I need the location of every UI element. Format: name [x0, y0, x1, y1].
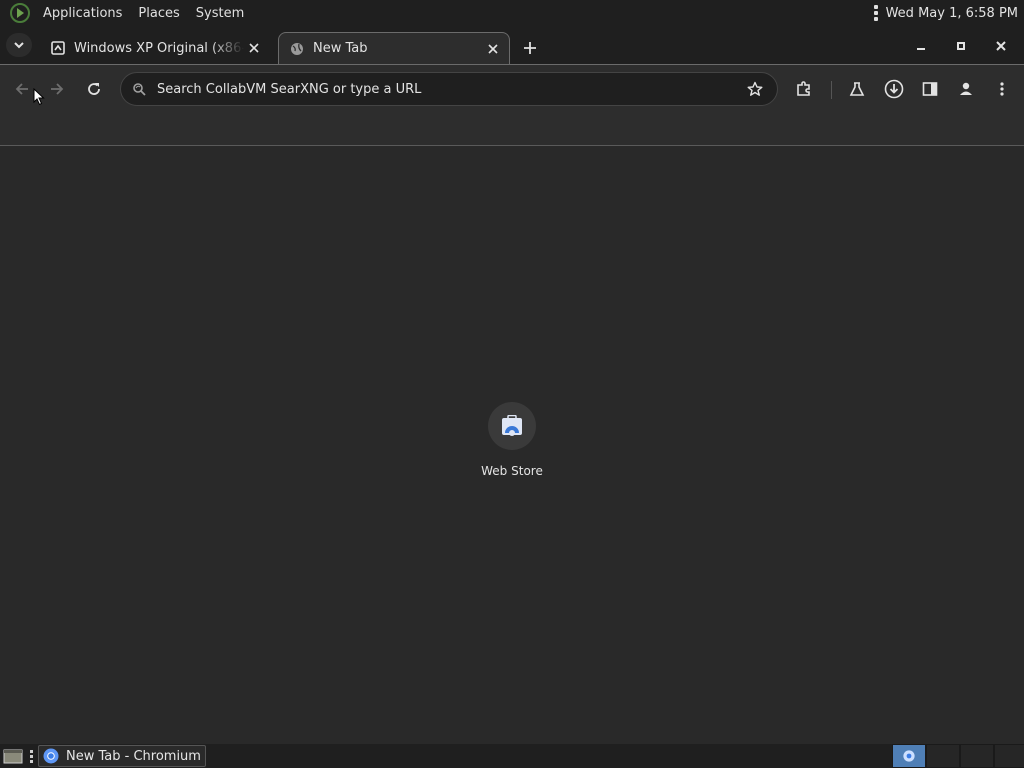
- back-button[interactable]: [8, 75, 36, 103]
- side-panel-button[interactable]: [916, 75, 944, 103]
- close-icon: [996, 41, 1006, 51]
- close-icon[interactable]: [483, 39, 503, 59]
- menu-system[interactable]: System: [188, 6, 252, 21]
- new-tab-page: Web Store: [0, 146, 1024, 744]
- extensions-button[interactable]: [790, 75, 818, 103]
- web-store-icon: [488, 402, 536, 450]
- taskbar-item[interactable]: New Tab - Chromium: [38, 745, 206, 767]
- omnibox-input[interactable]: [157, 81, 741, 97]
- panel-tray: Wed May 1, 6:58 PM: [872, 5, 1024, 21]
- tab-strip: Windows XP Original (x86-x64) New Tab: [0, 26, 1024, 64]
- plus-icon: [524, 42, 536, 54]
- arrow-right-icon: [51, 83, 64, 95]
- search-engine-icon: [131, 81, 147, 97]
- tab-windows-xp[interactable]: Windows XP Original (x86-x64): [40, 32, 270, 64]
- chromium-icon: [903, 750, 915, 762]
- menu-button[interactable]: [988, 75, 1016, 103]
- chevron-down-icon: [14, 42, 24, 49]
- more-vertical-icon: [1000, 82, 1004, 96]
- panel-grip-icon[interactable]: [28, 747, 34, 765]
- puzzle-icon: [797, 81, 810, 96]
- close-icon[interactable]: [244, 38, 264, 58]
- shortcut-label: Web Store: [481, 464, 543, 478]
- browser-toolbar: [0, 64, 1024, 112]
- downloads-button[interactable]: [880, 75, 908, 103]
- maximize-icon: [957, 42, 965, 50]
- reload-button[interactable]: [80, 75, 108, 103]
- new-tab-button[interactable]: [518, 36, 542, 60]
- top-panel: Applications Places System Wed May 1, 6:…: [0, 0, 1024, 26]
- show-desktop-icon[interactable]: [2, 747, 24, 765]
- clock[interactable]: Wed May 1, 6:58 PM: [886, 6, 1018, 21]
- side-panel-icon: [922, 82, 938, 96]
- collabvm-favicon-icon: [50, 40, 66, 56]
- bookmark-bar: [0, 112, 1024, 146]
- reload-icon: [88, 83, 100, 95]
- workspace-switcher: [892, 744, 1024, 768]
- tab-search-button[interactable]: [6, 33, 32, 57]
- taskbar-item-label: New Tab - Chromium: [66, 748, 201, 764]
- bookmark-star-icon[interactable]: [741, 75, 769, 103]
- profile-icon: [960, 82, 972, 95]
- close-window-button[interactable]: [987, 34, 1015, 58]
- download-icon: [884, 79, 904, 99]
- labs-button[interactable]: [843, 75, 871, 103]
- bottom-panel: New Tab - Chromium: [0, 744, 1024, 768]
- minimize-icon: [917, 48, 925, 50]
- toolbar-separator: [831, 81, 832, 99]
- panel-menu-bar: Applications Places System: [0, 0, 252, 26]
- chromium-icon: [43, 748, 59, 764]
- tab-title: New Tab: [313, 41, 368, 56]
- shortcut-tile[interactable]: Web Store: [472, 402, 552, 486]
- omnibox[interactable]: [120, 72, 778, 106]
- minimize-button[interactable]: [907, 34, 935, 58]
- forward-button[interactable]: [43, 75, 71, 103]
- workspace-2[interactable]: [926, 744, 960, 768]
- tray-handle-icon[interactable]: [872, 5, 880, 21]
- tab-new-tab[interactable]: New Tab: [278, 32, 510, 64]
- tab-title: Windows XP Original (x86-x64): [74, 40, 244, 56]
- flask-icon: [849, 82, 865, 96]
- profile-button[interactable]: [952, 75, 980, 103]
- mouse-cursor-icon: [33, 88, 45, 106]
- menu-places[interactable]: Places: [130, 6, 187, 21]
- maximize-button[interactable]: [947, 34, 975, 58]
- workspace-3[interactable]: [960, 744, 994, 768]
- workspace-1[interactable]: [892, 744, 926, 768]
- distro-logo-icon[interactable]: [10, 3, 30, 23]
- workspace-4[interactable]: [994, 744, 1024, 768]
- globe-icon: [289, 41, 305, 57]
- menu-applications[interactable]: Applications: [35, 6, 130, 21]
- arrow-left-icon: [15, 83, 28, 95]
